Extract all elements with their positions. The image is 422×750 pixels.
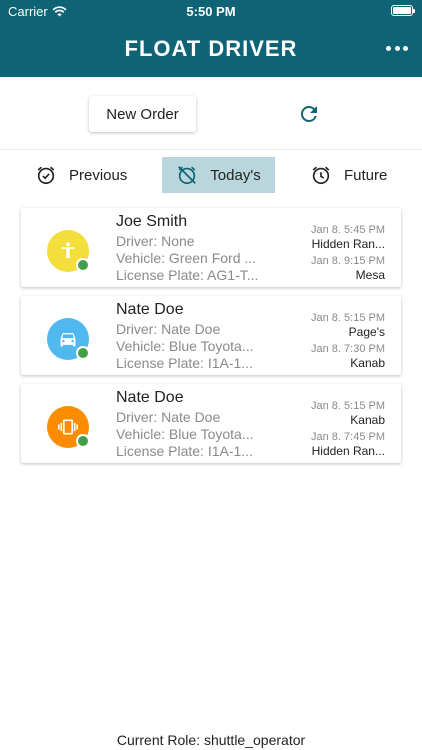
refresh-icon[interactable] bbox=[297, 102, 321, 126]
toolbar: New Order bbox=[0, 78, 422, 150]
vibrate-icon bbox=[58, 419, 78, 435]
plate-text: License Plate: I1A-1... bbox=[116, 443, 253, 459]
pickup-place: Hidden Ran... bbox=[311, 237, 385, 251]
current-role-text: Current Role: shuttle_operator bbox=[116, 732, 306, 748]
new-order-button[interactable]: New Order bbox=[89, 96, 196, 132]
tab-future[interactable]: Future bbox=[300, 157, 397, 193]
driver-text: Driver: None bbox=[116, 233, 195, 249]
dropoff-place: Kanab bbox=[350, 356, 385, 370]
passenger-name: Joe Smith bbox=[116, 213, 188, 230]
battery-icon bbox=[391, 5, 415, 16]
dropoff-time: Jan 8. 7:45 PM bbox=[311, 431, 385, 443]
tab-label: Previous bbox=[69, 166, 128, 184]
driver-text: Driver: Nate Doe bbox=[116, 409, 221, 425]
car-icon bbox=[60, 333, 76, 347]
status-bar: Carrier 5:50 PM bbox=[0, 0, 422, 24]
status-dot bbox=[76, 346, 90, 360]
person-icon bbox=[61, 242, 75, 259]
dropoff-place: Hidden Ran... bbox=[311, 444, 385, 458]
app-title: FLOAT DRIVER bbox=[124, 36, 298, 61]
pickup-time: Jan 8. 5:45 PM bbox=[311, 224, 385, 236]
alarm-icon bbox=[312, 166, 330, 185]
vehicle-text: Vehicle: Green Ford ... bbox=[116, 250, 257, 266]
plate-text: License Plate: I1A-1... bbox=[116, 355, 253, 371]
pickup-time: Jan 8. 5:15 PM bbox=[311, 312, 385, 324]
tab-todays[interactable]: Today's bbox=[162, 157, 275, 193]
driver-text: Driver: Nate Doe bbox=[116, 321, 221, 337]
dropoff-time: Jan 8. 9:15 PM bbox=[311, 255, 385, 267]
status-dot bbox=[76, 434, 90, 448]
tab-label: Future bbox=[344, 166, 388, 184]
tab-label: Today's bbox=[210, 166, 261, 184]
vehicle-text: Vehicle: Blue Toyota... bbox=[116, 426, 254, 442]
plate-text: License Plate: AG1-T... bbox=[116, 267, 259, 283]
more-dots-icon[interactable] bbox=[386, 38, 408, 58]
tab-previous[interactable]: Previous bbox=[25, 157, 137, 193]
order-card[interactable]: Joe Smith Driver: None Vehicle: Green Fo… bbox=[21, 208, 401, 287]
clock: 5:50 PM bbox=[186, 4, 236, 19]
pickup-place: Kanab bbox=[350, 413, 385, 427]
status-dot bbox=[76, 258, 90, 272]
pickup-time: Jan 8. 5:15 PM bbox=[311, 400, 385, 412]
alarm-check-icon bbox=[37, 166, 55, 185]
order-card[interactable]: Nate Doe Driver: Nate Doe Vehicle: Blue … bbox=[21, 384, 401, 463]
vehicle-text: Vehicle: Blue Toyota... bbox=[116, 338, 254, 354]
app-header: Carrier 5:50 PM FLOAT DRIVER bbox=[0, 0, 422, 77]
order-card[interactable]: Nate Doe Driver: Nate Doe Vehicle: Blue … bbox=[21, 296, 401, 375]
order-tabs: Previous Today's Future bbox=[0, 157, 422, 193]
alarm-off-icon bbox=[178, 166, 197, 185]
pickup-place: Page's bbox=[348, 325, 385, 339]
passenger-name: Nate Doe bbox=[116, 389, 184, 406]
dropoff-place: Mesa bbox=[355, 268, 385, 282]
passenger-name: Nate Doe bbox=[116, 301, 184, 318]
dropoff-time: Jan 8. 7:30 PM bbox=[311, 343, 385, 355]
